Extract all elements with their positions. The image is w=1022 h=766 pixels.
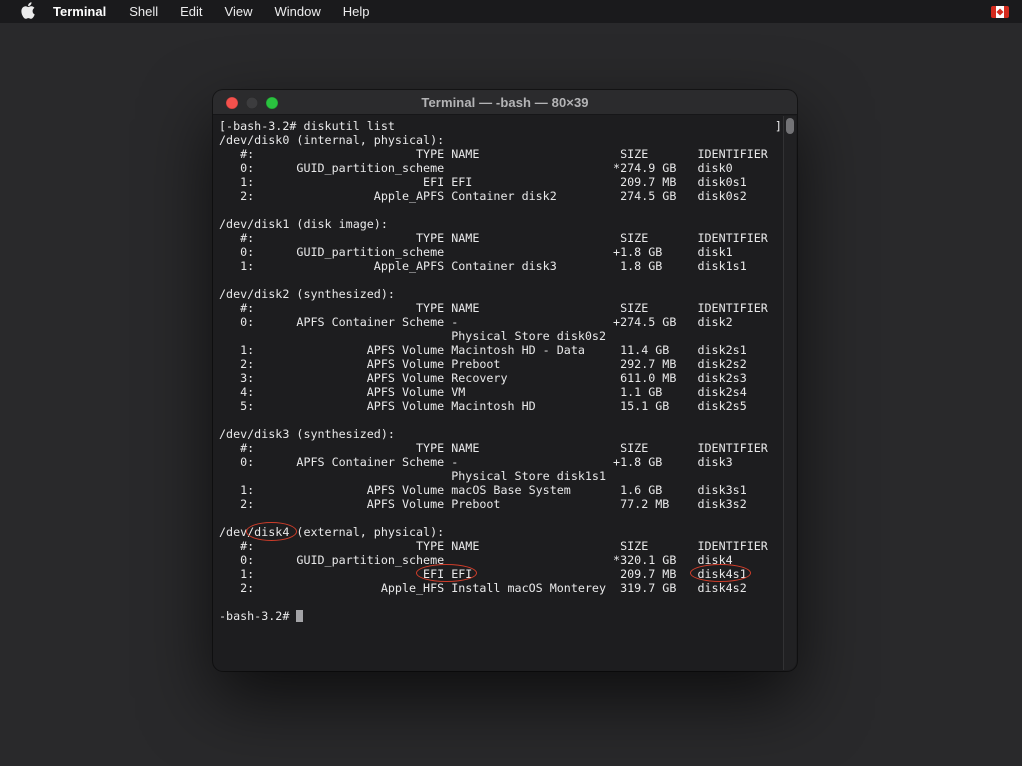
scrollbar-track[interactable] <box>783 116 796 670</box>
terminal-line: 3: APFS Volume Recovery 611.0 MB disk2s3 <box>219 371 783 385</box>
terminal-line: 0: APFS Container Scheme - +1.8 GB disk3 <box>219 455 783 469</box>
terminal-line: Physical Store disk1s1 <box>219 469 783 483</box>
menu-bar-right <box>991 0 1022 23</box>
terminal-line: 1: APFS Volume macOS Base System 1.6 GB … <box>219 483 783 497</box>
maple-leaf-icon <box>996 8 1003 15</box>
terminal-line <box>219 273 783 287</box>
prompt-text: -bash-3.2# <box>219 609 296 623</box>
menu-view[interactable]: View <box>214 0 264 23</box>
window-title: Terminal — -bash — 80×39 <box>213 95 797 110</box>
menu-help[interactable]: Help <box>332 0 381 23</box>
scrollbar-thumb[interactable] <box>786 118 794 134</box>
terminal-line: /dev/disk2 (synthesized): <box>219 287 783 301</box>
canada-flag-icon[interactable] <box>991 6 1009 18</box>
terminal-line: 2: APFS Volume Preboot 292.7 MB disk2s2 <box>219 357 783 371</box>
terminal-output: [-bash-3.2# diskutil list ]/dev/disk0 (i… <box>219 119 783 609</box>
terminal-line: /dev/disk3 (synthesized): <box>219 427 783 441</box>
menu-window[interactable]: Window <box>264 0 332 23</box>
terminal-line: #: TYPE NAME SIZE IDENTIFIER <box>219 301 783 315</box>
terminal-line <box>219 413 783 427</box>
terminal-line: #: TYPE NAME SIZE IDENTIFIER <box>219 539 783 553</box>
terminal-line: 2: Apple_HFS Install macOS Monterey 319.… <box>219 581 783 595</box>
terminal-line: 1: APFS Volume Macintosh HD - Data 11.4 … <box>219 343 783 357</box>
close-button[interactable] <box>226 97 238 109</box>
terminal-content[interactable]: [-bash-3.2# diskutil list ]/dev/disk0 (i… <box>213 115 783 671</box>
terminal-cursor <box>296 610 303 622</box>
terminal-line: 0: GUID_partition_scheme *320.1 GB disk4 <box>219 553 783 567</box>
traffic-lights <box>226 90 278 115</box>
terminal-line: #: TYPE NAME SIZE IDENTIFIER <box>219 147 783 161</box>
terminal-line: 0: APFS Container Scheme - +274.5 GB dis… <box>219 315 783 329</box>
prompt-line: -bash-3.2# <box>219 609 783 623</box>
terminal-line: Physical Store disk0s2 <box>219 329 783 343</box>
terminal-line: #: TYPE NAME SIZE IDENTIFIER <box>219 441 783 455</box>
menu-bar: Terminal Shell Edit View Window Help <box>0 0 1022 23</box>
terminal-line: #: TYPE NAME SIZE IDENTIFIER <box>219 231 783 245</box>
terminal-line: 4: APFS Volume VM 1.1 GB disk2s4 <box>219 385 783 399</box>
terminal-line: 2: Apple_APFS Container disk2 274.5 GB d… <box>219 189 783 203</box>
terminal-line: 1: Apple_APFS Container disk3 1.8 GB dis… <box>219 259 783 273</box>
terminal-line <box>219 595 783 609</box>
terminal-line <box>219 511 783 525</box>
terminal-line: /dev/disk4 (external, physical): <box>219 525 783 539</box>
terminal-line: 2: APFS Volume Preboot 77.2 MB disk3s2 <box>219 497 783 511</box>
apple-menu[interactable] <box>15 0 41 23</box>
terminal-line: 5: APFS Volume Macintosh HD 15.1 GB disk… <box>219 399 783 413</box>
menu-edit[interactable]: Edit <box>169 0 213 23</box>
terminal-line: /dev/disk1 (disk image): <box>219 217 783 231</box>
terminal-line: 1: EFI EFI 209.7 MB disk0s1 <box>219 175 783 189</box>
terminal-line <box>219 203 783 217</box>
terminal-window: Terminal — -bash — 80×39 [-bash-3.2# dis… <box>213 90 797 671</box>
zoom-button[interactable] <box>266 97 278 109</box>
menu-terminal[interactable]: Terminal <box>41 0 118 23</box>
terminal-line: [-bash-3.2# diskutil list ] <box>219 119 783 133</box>
terminal-line: 1: EFI EFI 209.7 MB disk4s1 <box>219 567 783 581</box>
menu-shell[interactable]: Shell <box>118 0 169 23</box>
terminal-line: 0: GUID_partition_scheme *274.9 GB disk0 <box>219 161 783 175</box>
title-bar[interactable]: Terminal — -bash — 80×39 <box>213 90 797 115</box>
terminal-line: 0: GUID_partition_scheme +1.8 GB disk1 <box>219 245 783 259</box>
minimize-button[interactable] <box>246 97 258 109</box>
menu-bar-left: Terminal Shell Edit View Window Help <box>0 0 381 23</box>
apple-logo-icon <box>21 2 35 22</box>
terminal-line: /dev/disk0 (internal, physical): <box>219 133 783 147</box>
